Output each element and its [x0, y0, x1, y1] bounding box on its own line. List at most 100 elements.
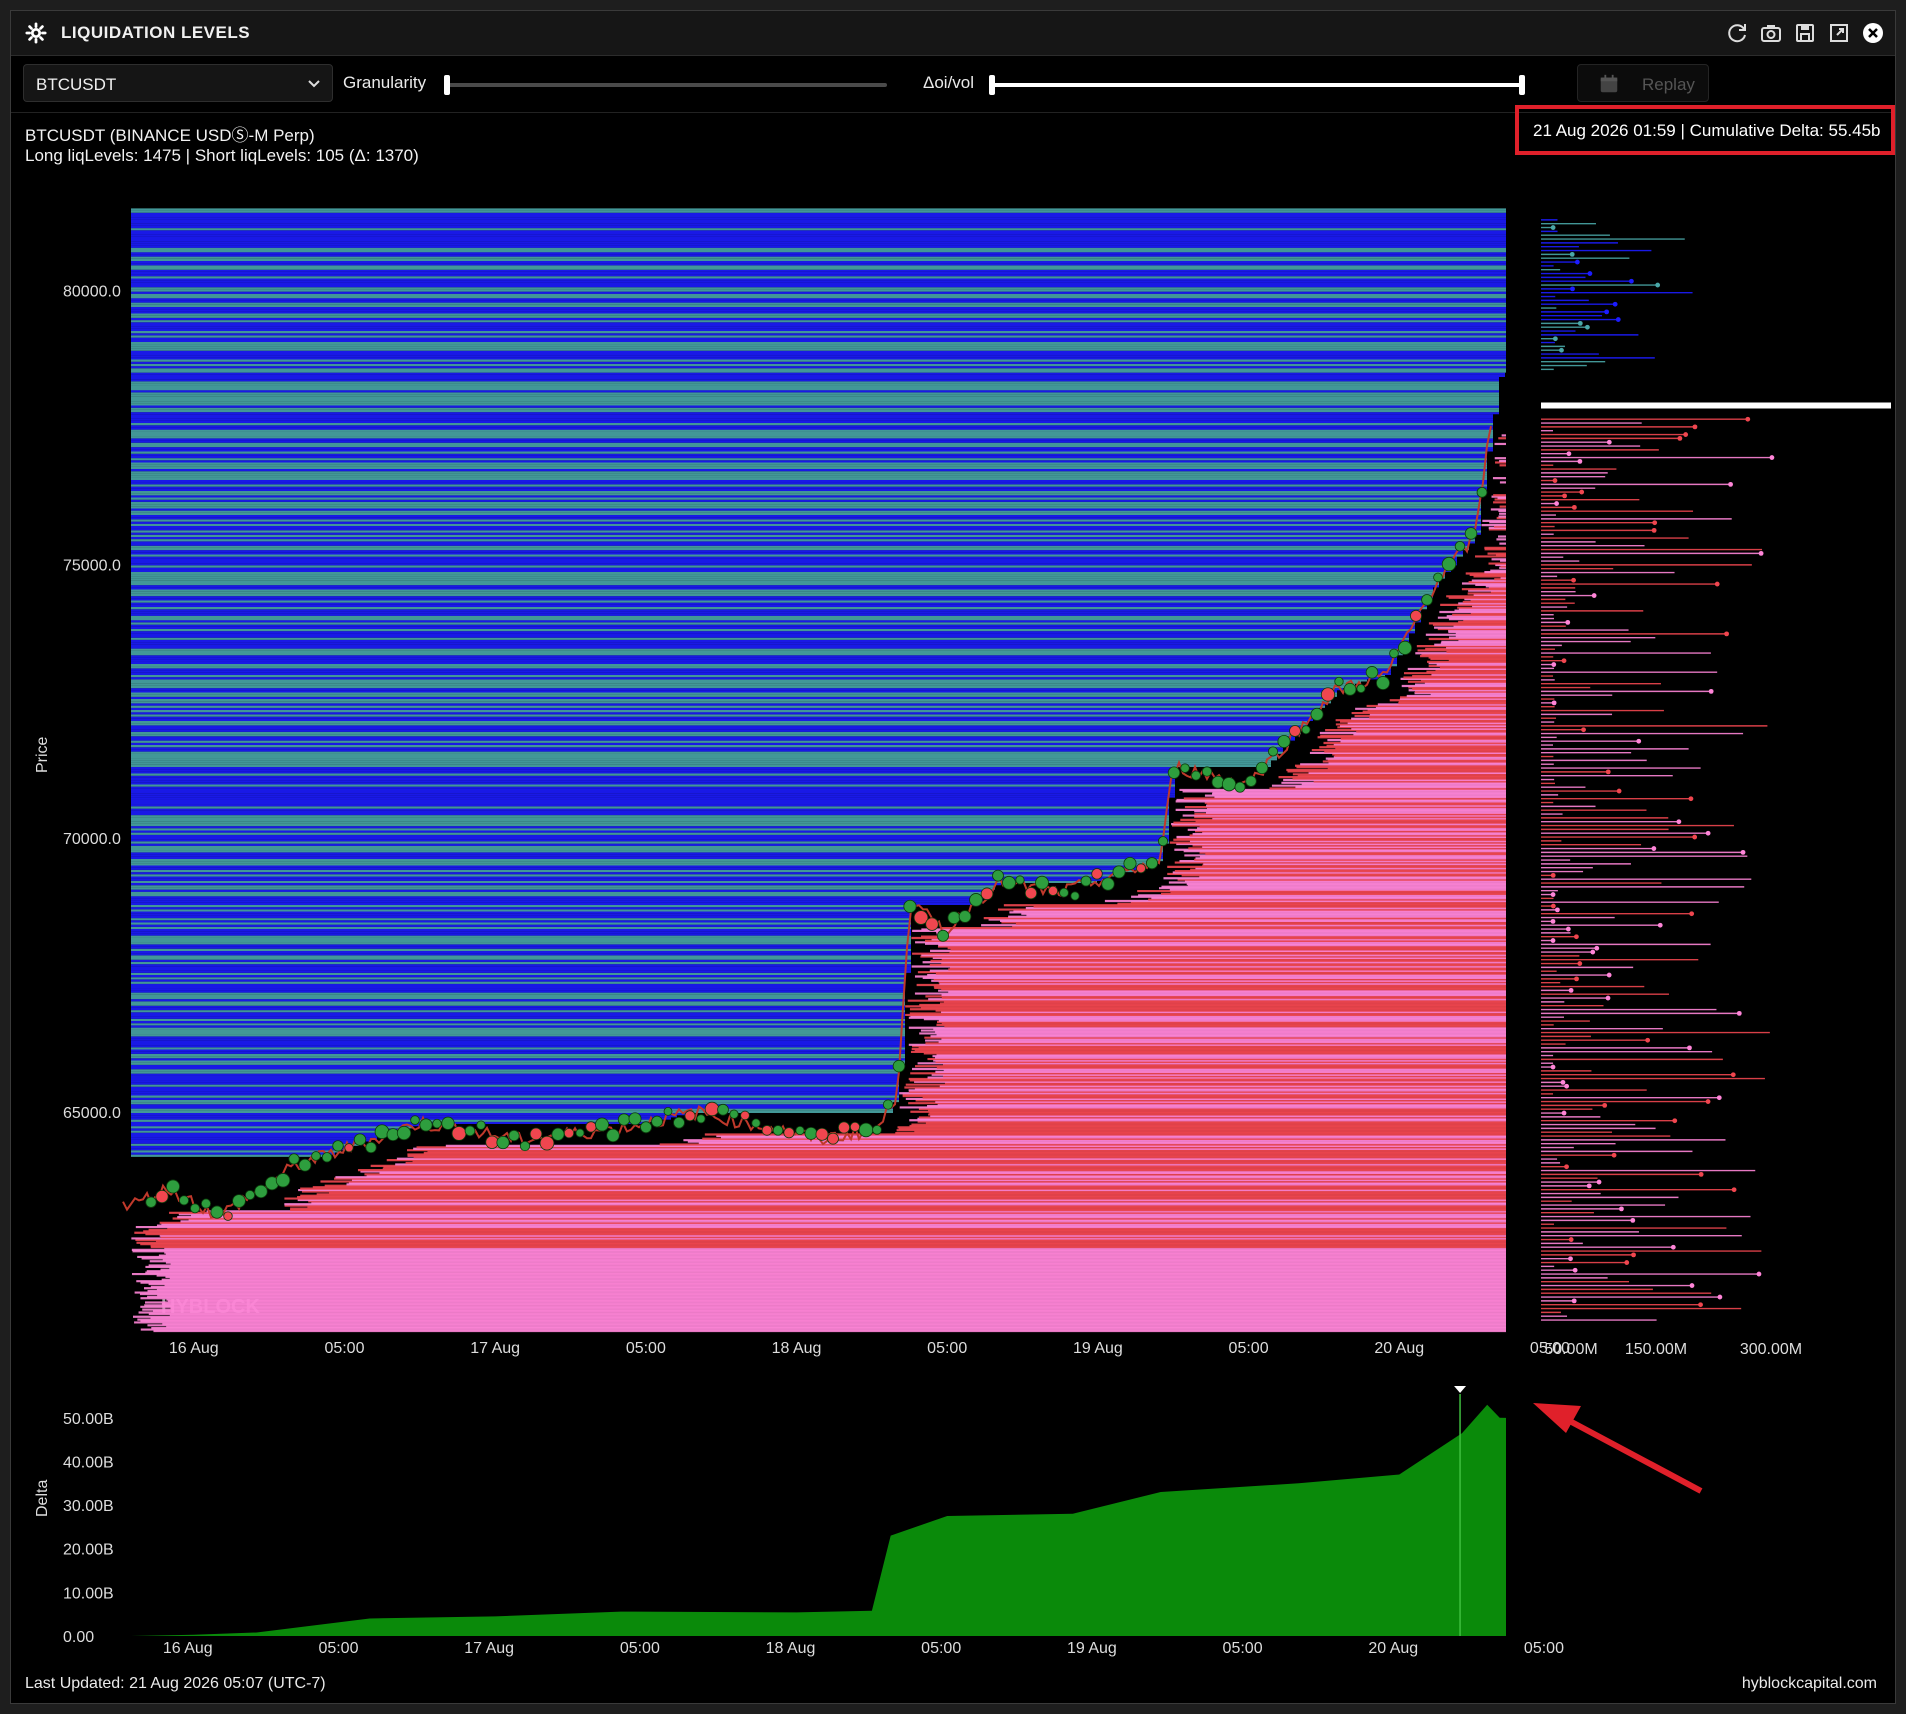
price-bubble: [628, 1112, 642, 1126]
price-bubble: [651, 1115, 663, 1128]
histogram-dot: [1602, 1102, 1608, 1108]
price-bubble: [704, 1101, 720, 1117]
histogram-dot: [1652, 520, 1658, 526]
price-bubble: [288, 1153, 300, 1165]
price-bubble: [980, 887, 994, 901]
histogram-dot: [1708, 688, 1714, 694]
histogram-dot: [1572, 1267, 1578, 1273]
price-bubble: [529, 1127, 543, 1141]
price-bubble: [585, 1121, 597, 1133]
liquidation-chart[interactable]: HYBLOCK80000.075000.070000.065000.0Price…: [11, 11, 1897, 1705]
price-bubble: [145, 1196, 157, 1208]
delta-time-tick: 20 Aug: [1368, 1640, 1418, 1657]
price-bubble: [275, 1173, 291, 1188]
price-bubble: [1301, 725, 1311, 735]
price-bubble: [365, 1141, 377, 1154]
histogram-dot: [1672, 1118, 1678, 1124]
price-bubble: [1454, 540, 1466, 552]
histogram-dot: [1569, 251, 1575, 257]
histogram-dot: [1570, 286, 1575, 292]
histogram-dot: [1550, 225, 1556, 230]
price-bubble: [1255, 761, 1269, 775]
price-bubble: [374, 1124, 390, 1140]
histogram-dot: [1550, 892, 1556, 897]
price-bubble: [925, 917, 939, 931]
annotation-arrow-head: [1533, 1403, 1581, 1433]
price-bubble: [827, 1132, 839, 1145]
delta-time-tick: 17 Aug: [464, 1640, 514, 1657]
histogram-dot: [1731, 1187, 1737, 1193]
histogram-dot: [1551, 662, 1557, 667]
delta-time-tick: 05:00: [318, 1640, 358, 1657]
price-bubble: [1123, 856, 1137, 871]
price-bubble: [640, 1121, 652, 1134]
price-bubble: [903, 899, 917, 913]
histogram-dot: [1562, 493, 1567, 499]
histogram-dot: [1717, 1294, 1723, 1300]
price-bubble: [1157, 836, 1169, 847]
histogram-dot: [1631, 1252, 1636, 1258]
price-bubble: [1376, 676, 1390, 690]
histogram-dot: [1571, 577, 1576, 583]
annotation-arrow-shaft: [1549, 1408, 1703, 1494]
last-updated: Last Updated: 21 Aug 2026 05:07 (UTC-7): [25, 1675, 326, 1692]
price-tick: 80000.0: [63, 284, 121, 301]
price-bubble: [451, 1126, 467, 1141]
price-bubble: [1234, 781, 1246, 793]
price-bubble: [673, 1116, 685, 1129]
histogram-dot: [1657, 922, 1663, 928]
histogram-dot: [1698, 1302, 1703, 1308]
delta-tick: 10.00B: [63, 1585, 114, 1602]
price-bubble: [849, 1121, 861, 1132]
histogram-dot: [1591, 593, 1597, 598]
histogram-dot: [1571, 1298, 1577, 1304]
price-bubble: [1320, 687, 1336, 702]
price-bubble: [729, 1109, 739, 1119]
histogram-dot: [1574, 259, 1580, 265]
histogram-dot: [1560, 1079, 1566, 1085]
price-tick: 70000.0: [63, 831, 121, 848]
histogram-dot: [1651, 527, 1657, 533]
price-bubble: [179, 1195, 189, 1206]
price-bubble: [1167, 766, 1181, 779]
price-bubble: [717, 1103, 729, 1116]
price-bubble: [1334, 676, 1344, 687]
symbol-info: BTCUSDT (BINANCE USDⓈ-M Perp): [25, 126, 315, 145]
histogram-dot: [1728, 481, 1733, 487]
price-bubble: [783, 1127, 795, 1139]
price-bubble: [606, 1128, 620, 1143]
histogram-dot: [1605, 769, 1611, 775]
histogram-dot: [1550, 938, 1556, 943]
histogram-dot: [1590, 949, 1596, 955]
histogram-dot: [1629, 278, 1634, 284]
price-bubble: [684, 1110, 696, 1122]
delta-time-tick: 05:00: [921, 1640, 961, 1657]
histogram-dot: [1573, 934, 1579, 940]
price-bubble: [1433, 572, 1443, 583]
price-bubble: [1464, 527, 1478, 540]
price-bubble: [1397, 640, 1413, 655]
price-bubble: [837, 1121, 851, 1134]
histogram-dot: [1616, 788, 1622, 794]
histogram-dot: [1705, 1099, 1711, 1104]
histogram-dot: [1630, 1217, 1636, 1223]
histogram-dot: [1561, 658, 1567, 664]
price-bubble: [1476, 486, 1488, 498]
price-bubble: [892, 1059, 906, 1073]
histogram-dot: [1677, 435, 1683, 441]
histogram-dot: [1568, 1256, 1573, 1262]
histogram-dot: [1769, 455, 1775, 460]
histogram-dot: [1551, 700, 1557, 706]
delta-area: [131, 1404, 1506, 1636]
time-tick: 20 Aug: [1374, 1340, 1424, 1357]
time-tick: 16 Aug: [169, 1340, 219, 1357]
histogram-dot: [1552, 478, 1558, 483]
price-bubble: [1112, 865, 1126, 879]
histogram-dot: [1689, 1283, 1695, 1288]
price-bubble: [1180, 763, 1190, 773]
price-bubble: [1024, 887, 1038, 900]
histogram-dot: [1565, 926, 1571, 932]
time-tick: 05:00: [1229, 1340, 1269, 1357]
price-bubble: [858, 1122, 874, 1138]
histogram-dot: [1687, 1045, 1692, 1051]
